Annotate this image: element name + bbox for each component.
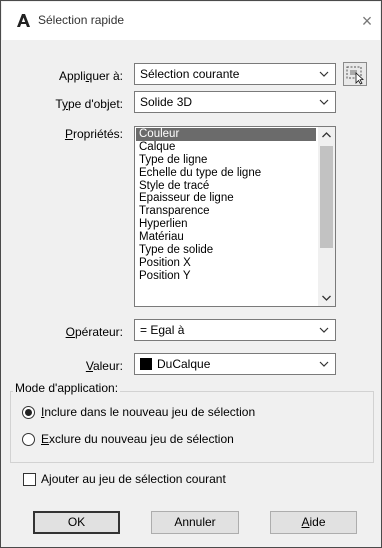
property-item[interactable]: Style de tracé bbox=[136, 180, 316, 193]
value-dropdown[interactable]: DuCalque bbox=[134, 353, 336, 375]
operator-label: Opérateur: bbox=[65, 325, 123, 339]
autocad-icon bbox=[17, 14, 30, 27]
ok-button[interactable]: OK bbox=[33, 511, 120, 534]
object-type-dropdown[interactable]: Solide 3D bbox=[134, 91, 336, 113]
application-mode-legend: Mode d'application: bbox=[13, 381, 121, 395]
application-mode-group bbox=[10, 391, 374, 463]
object-type-label: Type d'objet: bbox=[55, 97, 123, 111]
select-objects-icon bbox=[346, 66, 364, 85]
property-item[interactable]: Transparence bbox=[136, 205, 316, 218]
scroll-up-icon[interactable] bbox=[318, 127, 335, 144]
select-objects-button[interactable] bbox=[343, 62, 367, 86]
quick-select-dialog: Sélection rapide × Appliquer à: Sélectio… bbox=[0, 0, 382, 548]
property-item[interactable]: Type de solide bbox=[136, 244, 316, 257]
property-item[interactable]: Hyperlien bbox=[136, 218, 316, 231]
operator-dropdown[interactable]: = Egal à bbox=[134, 319, 336, 341]
chevron-down-icon bbox=[319, 361, 329, 367]
help-button[interactable]: Aide bbox=[270, 511, 357, 534]
exclude-radio[interactable] bbox=[22, 433, 35, 446]
properties-label: Propriétés: bbox=[64, 127, 123, 141]
window-title: Sélection rapide bbox=[38, 13, 125, 27]
value-text: DuCalque bbox=[157, 357, 211, 371]
operator-value: = Egal à bbox=[140, 323, 185, 337]
value-display: DuCalque bbox=[140, 357, 210, 371]
property-item[interactable]: Echelle du type de ligne bbox=[136, 167, 316, 180]
property-item[interactable]: Position Y bbox=[136, 270, 316, 283]
exclude-label[interactable]: Exclure du nouveau jeu de sélection bbox=[41, 432, 234, 446]
apply-to-label: Appliquer à: bbox=[58, 69, 123, 83]
chevron-down-icon bbox=[319, 71, 329, 77]
include-radio[interactable] bbox=[22, 406, 35, 419]
object-type-value: Solide 3D bbox=[140, 95, 193, 109]
radio-dot bbox=[25, 409, 32, 416]
apply-to-dropdown[interactable]: Sélection courante bbox=[134, 63, 336, 85]
append-checkbox[interactable] bbox=[23, 473, 36, 486]
property-item[interactable]: Type de ligne bbox=[136, 154, 316, 167]
value-label: Valeur: bbox=[85, 359, 123, 373]
cancel-button[interactable]: Annuler bbox=[151, 511, 239, 534]
property-item[interactable]: Matériau bbox=[136, 231, 316, 244]
properties-list: Couleur Calque Type de ligne Echelle du typ… bbox=[136, 128, 316, 283]
property-item[interactable]: Couleur bbox=[136, 128, 316, 141]
property-item[interactable]: Calque bbox=[136, 141, 316, 154]
chevron-down-icon bbox=[319, 327, 329, 333]
append-label[interactable]: Ajouter au jeu de sélection courant bbox=[41, 472, 226, 486]
color-swatch bbox=[140, 358, 152, 370]
apply-to-value: Sélection courante bbox=[140, 67, 240, 81]
properties-scrollbar[interactable] bbox=[318, 127, 335, 306]
include-label[interactable]: Inclure dans le nouveau jeu de sélection bbox=[41, 405, 255, 419]
close-button[interactable]: × bbox=[356, 10, 378, 32]
scroll-down-icon[interactable] bbox=[318, 289, 335, 306]
scroll-thumb[interactable] bbox=[320, 146, 333, 248]
chevron-down-icon bbox=[319, 99, 329, 105]
property-item[interactable]: Epaisseur de ligne bbox=[136, 192, 316, 205]
title-bar: Sélection rapide × bbox=[2, 2, 380, 40]
property-item[interactable]: Position X bbox=[136, 257, 316, 270]
properties-listbox[interactable]: Couleur Calque Type de ligne Echelle du typ… bbox=[134, 126, 336, 307]
